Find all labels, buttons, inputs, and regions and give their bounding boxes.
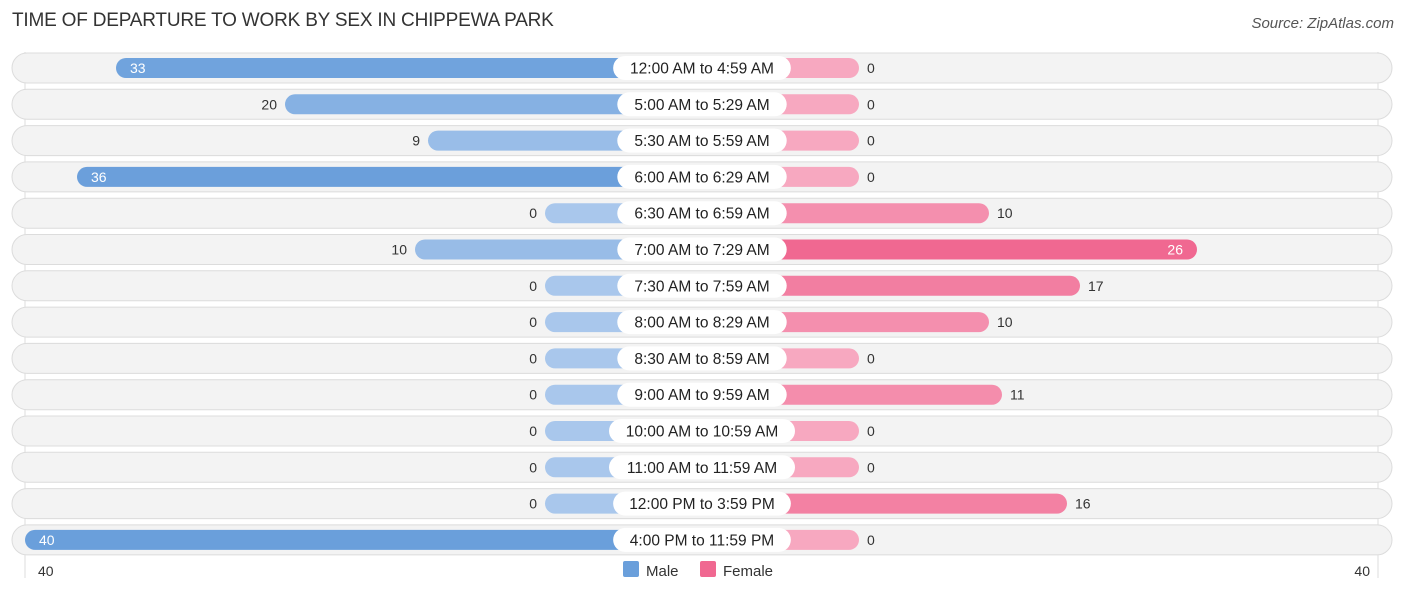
female-value-label: 0	[867, 96, 875, 112]
female-value-label: 16	[1075, 496, 1091, 512]
axis-label-left: 40	[38, 563, 54, 579]
female-value-label: 10	[997, 314, 1013, 330]
category-label: 8:00 AM to 8:29 AM	[634, 315, 769, 332]
male-value-label: 0	[529, 205, 537, 221]
female-value-label: 10	[997, 205, 1013, 221]
female-value-label: 0	[867, 532, 875, 548]
category-label: 5:30 AM to 5:59 AM	[634, 133, 769, 150]
category-label: 9:00 AM to 9:59 AM	[634, 387, 769, 404]
category-label: 7:30 AM to 7:59 AM	[634, 278, 769, 295]
category-label: 12:00 AM to 4:59 AM	[630, 61, 774, 78]
category-label: 5:00 AM to 5:29 AM	[634, 97, 769, 114]
female-value-label: 0	[867, 169, 875, 185]
male-value-label: 33	[130, 60, 146, 76]
female-value-label: 0	[867, 133, 875, 149]
female-value-label: 0	[867, 350, 875, 366]
female-value-label: 0	[867, 459, 875, 475]
male-value-label: 9	[412, 133, 420, 149]
male-value-label: 0	[529, 459, 537, 475]
male-value-label: 0	[529, 314, 537, 330]
female-value-label: 17	[1088, 278, 1104, 294]
category-label: 8:30 AM to 8:59 AM	[634, 351, 769, 368]
category-label: 7:00 AM to 7:29 AM	[634, 242, 769, 259]
category-label: 10:00 AM to 10:59 AM	[626, 424, 779, 441]
male-value-label: 36	[91, 169, 107, 185]
axis-label-right: 40	[1354, 563, 1370, 579]
female-value-label: 11	[1010, 387, 1025, 403]
category-label: 6:00 AM to 6:29 AM	[634, 169, 769, 186]
male-value-label: 0	[529, 278, 537, 294]
male-value-label: 0	[529, 423, 537, 439]
male-value-label: 0	[529, 387, 537, 403]
male-value-label: 10	[391, 242, 407, 258]
legend-label-female: Female	[723, 563, 773, 580]
category-label: 4:00 PM to 11:59 PM	[630, 532, 774, 549]
legend-label-male: Male	[646, 563, 679, 580]
male-value-label: 40	[39, 532, 55, 548]
male-value-label: 0	[529, 496, 537, 512]
male-value-label: 0	[529, 350, 537, 366]
legend-swatch-male	[623, 561, 639, 577]
chart: 33 0 12:00 AM to 4:59 AM 20 0 5:00 AM to 5:29…	[11, 52, 1393, 580]
female-value-label: 0	[867, 423, 875, 439]
male-bar	[25, 529, 702, 550]
female-value-label: 26	[1167, 242, 1183, 258]
female-value-label: 0	[867, 60, 875, 76]
category-label: 12:00 PM to 3:59 PM	[629, 496, 775, 513]
category-label: 6:30 AM to 6:59 AM	[634, 206, 769, 223]
male-value-label: 20	[261, 96, 277, 112]
category-label: 11:00 AM to 11:59 AM	[627, 460, 777, 477]
legend-swatch-female	[700, 561, 716, 577]
male-bar	[77, 166, 702, 187]
